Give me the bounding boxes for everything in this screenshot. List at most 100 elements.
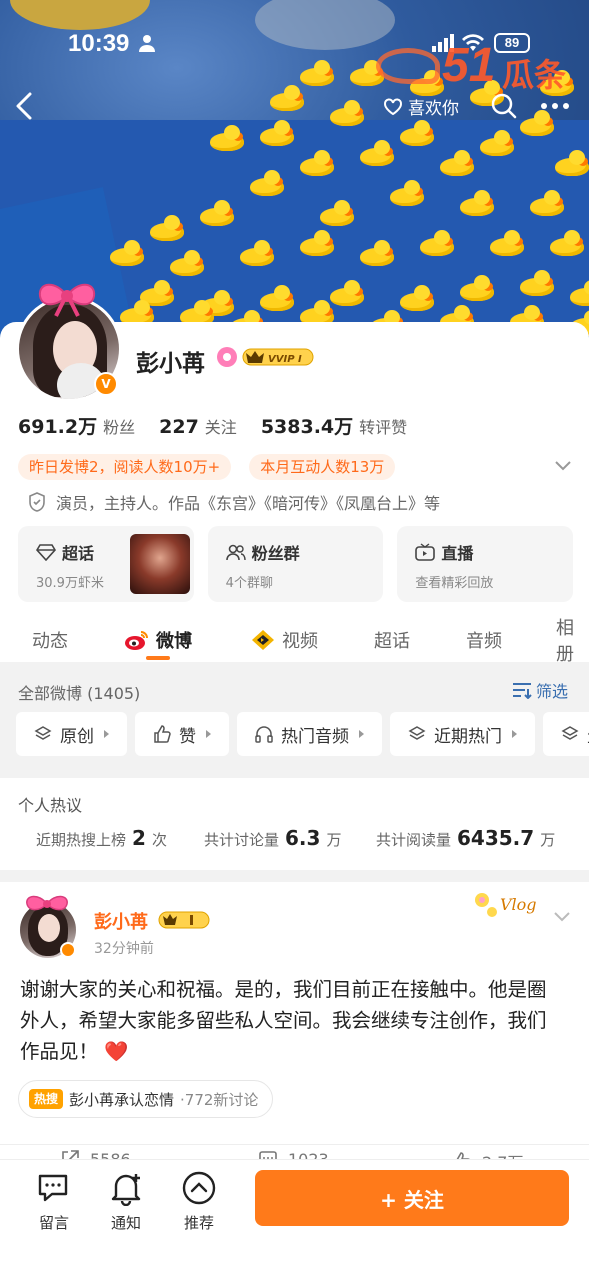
chip-recent-hot[interactable]: 近期热门 [390, 712, 535, 756]
activity-tag[interactable]: 昨日发博2，阅读人数10万+ [18, 454, 232, 480]
heart-emoji: ❤️ [104, 1040, 129, 1063]
layers-icon [34, 726, 52, 740]
tile-subtitle: 4个群聊 [225, 576, 273, 591]
tile-live[interactable]: 直播 查看精彩回放 [397, 526, 574, 602]
tab-activity[interactable]: 动态 [32, 618, 68, 662]
feed-header: 全部微博 (1405) 筛选 原创 赞 热门音频 近期热门 [0, 664, 589, 770]
hot-stat-label: 近期热搜上榜 [36, 831, 127, 849]
top-nav: 喜欢你 [0, 86, 589, 126]
bottom-item-label: 通知 [110, 1214, 141, 1232]
hot-search-badge: 热搜 [29, 1089, 64, 1109]
thumbs-up-icon [154, 725, 171, 743]
bottom-item-label: 推荐 [183, 1214, 214, 1232]
filter-button[interactable]: 筛选 [512, 678, 568, 702]
tab-label: 超话 [374, 631, 410, 652]
like-you-button[interactable]: 喜欢你 [376, 90, 467, 122]
bow-icon [38, 283, 96, 317]
follow-button[interactable]: + 关注 [255, 1170, 569, 1226]
filter-chips: 原创 赞 热门音频 近期热门 生 [16, 712, 589, 756]
chip-original[interactable]: 原创 [16, 712, 127, 756]
rubber-duck [250, 170, 284, 196]
tab-label: 相册 [556, 618, 574, 665]
topic-text: 彭小苒承认恋情 [69, 1090, 175, 1109]
rubber-duck [440, 150, 474, 176]
tab-label: 微博 [156, 631, 192, 652]
bell-plus-icon [111, 1174, 141, 1206]
tab-album[interactable]: 相册 [556, 618, 589, 665]
tile-super-topic[interactable]: 超话 30.9万虾米 [18, 526, 194, 602]
status-time: 10:39 [68, 30, 130, 57]
like-you-label: 喜欢你 [408, 98, 459, 119]
member-pink-icon[interactable] [217, 347, 237, 367]
rubber-duck [520, 270, 554, 296]
chip-label: 赞 [179, 726, 196, 747]
rubber-duck [360, 240, 394, 266]
tab-video[interactable]: 视频 [250, 618, 318, 662]
vip-badge[interactable]: VVIP I [242, 346, 314, 368]
verified-badge-icon: V [94, 372, 118, 396]
tab-label: 动态 [32, 631, 68, 652]
filter-icon [513, 683, 532, 699]
hot-stats-row: 近期热搜上榜 2 次 共计讨论量 6.3 万 共计阅读量 6435.7 万 [0, 826, 589, 858]
rubber-duck [550, 230, 584, 256]
rubber-duck [570, 280, 589, 306]
post-content: 谢谢大家的关心和祝福。是的，我们目前正在接触中。他是圈外人，希望大家能多留些私人… [20, 974, 565, 1067]
stat-following[interactable]: 227 关注 [159, 414, 237, 438]
rubber-duck [555, 150, 589, 176]
personal-hot-panel: 个人热议 近期热搜上榜 2 次 共计讨论量 6.3 万 共计阅读量 6435.7… [0, 778, 589, 870]
hot-stat-number: 6.3 [285, 826, 321, 850]
profile-page: 10:39 89 51 瓜条 喜欢你 V 彭小苒 VVIP I 691.2万 粉… [0, 0, 589, 1280]
chevron-down-icon[interactable] [553, 910, 571, 924]
hot-stat-reads[interactable]: 共计阅读量 6435.7 万 [376, 826, 555, 850]
rubber-duck [480, 130, 514, 156]
rubber-duck [460, 190, 494, 216]
stat-engagement[interactable]: 5383.4万 转评赞 [261, 412, 407, 439]
recommend-button[interactable]: 推荐 [171, 1170, 227, 1233]
search-icon[interactable] [490, 92, 518, 120]
caret-right-icon [206, 730, 211, 738]
tile-title: 超话 [62, 544, 95, 563]
tile-title: 直播 [441, 544, 474, 563]
hot-stat-unit: 万 [326, 831, 342, 849]
activity-tags: 昨日发博2，阅读人数10万+ 本月互动人数13万 [18, 454, 396, 480]
hot-stat-unit: 次 [151, 831, 167, 849]
caret-right-icon [104, 730, 109, 738]
vip-badge[interactable] [158, 910, 210, 930]
chevron-down-icon[interactable] [553, 458, 573, 474]
tab-audio[interactable]: 音频 [466, 618, 502, 662]
tab-weibo[interactable]: 微博 [124, 618, 192, 662]
tab-label: 音频 [466, 631, 502, 652]
hot-stat-label: 共计讨论量 [204, 831, 280, 849]
rubber-duck [200, 200, 234, 226]
tab-super-topic[interactable]: 超话 [374, 618, 410, 662]
trending-topic-pill[interactable]: 热搜 彭小苒承认恋情 ·772新讨论 [18, 1080, 274, 1118]
message-button[interactable]: 留言 [26, 1170, 82, 1233]
chip-hot-audio[interactable]: 热门音频 [237, 712, 382, 756]
chip-label: 热门音频 [281, 726, 349, 747]
stat-fans[interactable]: 691.2万 粉丝 [18, 412, 135, 439]
watermark-logo-icon [376, 48, 440, 84]
rubber-duck [210, 125, 244, 151]
layers-icon [561, 726, 579, 740]
chip-likes[interactable]: 赞 [135, 712, 229, 756]
profile-bio: 演员，主持人。作品《东宫》《暗河传》《凤凰台上》等 [28, 490, 440, 514]
avatar-face [38, 914, 60, 942]
weibo-post: 彭小苒 32分钟前 Vlog 谢谢大家的关心和祝福。是的，我们目前正在接触中。他… [0, 882, 589, 1172]
notify-button[interactable]: 通知 [98, 1170, 154, 1233]
hot-stat-trending[interactable]: 近期热搜上榜 2 次 [36, 826, 167, 850]
profile-card: V 彭小苒 VVIP I 691.2万 粉丝 227 关注 5383.4万 转评… [0, 283, 589, 665]
more-icon[interactable] [538, 92, 572, 120]
chip-label: 近期热门 [434, 726, 502, 747]
profile-tabs: 动态 微博 视频 超话 音频 相册 [0, 618, 589, 665]
activity-tag[interactable]: 本月互动人数13万 [249, 454, 396, 480]
tile-fan-group[interactable]: 粉丝群 4个群聊 [207, 526, 384, 602]
vlog-sticker-icon: Vlog [475, 893, 537, 917]
hot-stat-discussion[interactable]: 共计讨论量 6.3 万 [204, 826, 341, 850]
back-arrow-icon[interactable] [12, 90, 38, 122]
post-author[interactable]: 彭小苒 [94, 908, 148, 934]
rubber-duck [420, 230, 454, 256]
video-icon [252, 630, 274, 650]
weibo-logo-icon [125, 631, 148, 650]
chip-life[interactable]: 生 [543, 712, 589, 756]
rubber-duck [400, 285, 434, 311]
